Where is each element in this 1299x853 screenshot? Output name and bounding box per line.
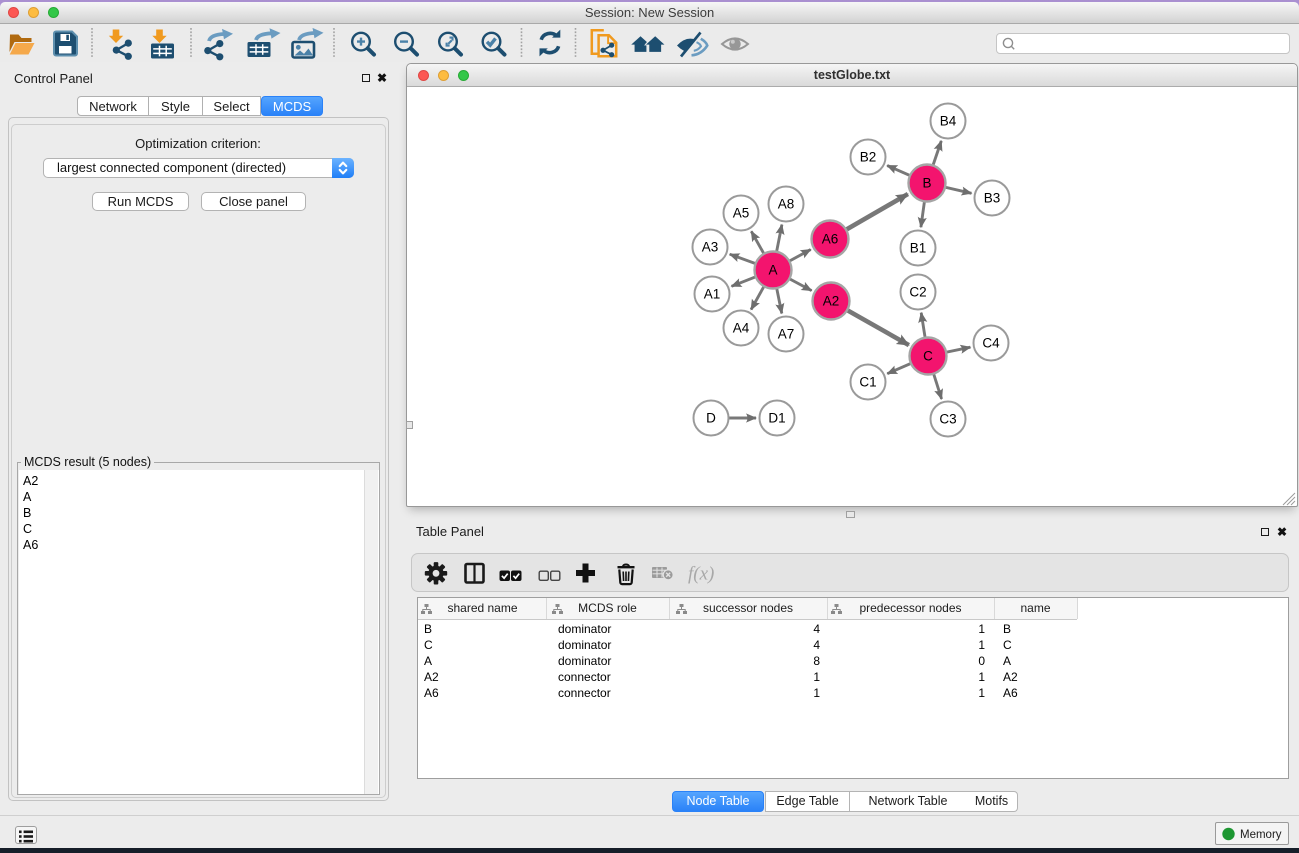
svg-text:A1: A1 (704, 287, 721, 302)
svg-text:B3: B3 (984, 191, 1001, 206)
svg-text:D1: D1 (768, 411, 785, 426)
svg-text:C1: C1 (859, 375, 876, 390)
svg-text:A3: A3 (702, 240, 719, 255)
svg-text:Memory: Memory (1240, 829, 1282, 841)
svg-text:B: B (922, 176, 931, 191)
svg-text:C: C (923, 349, 933, 364)
svg-text:A7: A7 (778, 327, 795, 342)
svg-text:C2: C2 (909, 285, 926, 300)
svg-text:f(x): f(x) (688, 564, 714, 585)
svg-text:B2: B2 (860, 150, 877, 165)
svg-text:A8: A8 (778, 197, 795, 212)
svg-text:A5: A5 (733, 206, 750, 221)
svg-text:D: D (706, 411, 716, 426)
svg-text:A: A (768, 263, 777, 278)
svg-text:A2: A2 (823, 294, 840, 309)
svg-text:B1: B1 (910, 241, 927, 256)
svg-text:C4: C4 (982, 336, 1000, 351)
svg-text:C3: C3 (939, 412, 956, 427)
svg-text:A4: A4 (733, 321, 750, 336)
svg-text:A6: A6 (822, 232, 839, 247)
svg-text:B4: B4 (940, 114, 957, 129)
